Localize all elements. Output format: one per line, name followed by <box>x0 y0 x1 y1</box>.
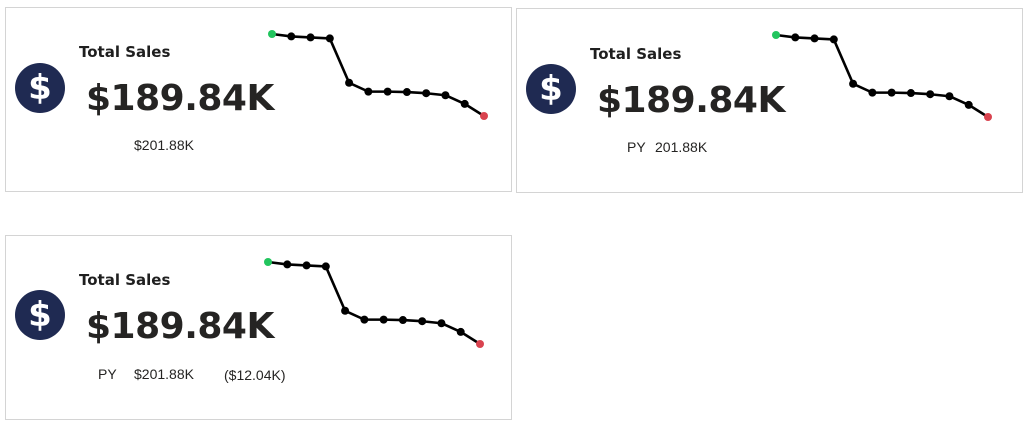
sales-value: $189.84K <box>86 78 274 119</box>
sparkline-point <box>398 316 407 325</box>
sparkline-point <box>306 33 315 42</box>
sparkline-point <box>325 34 334 43</box>
sparkline-point <box>887 88 896 97</box>
sparkline-first-point <box>264 258 272 266</box>
py-label: PY <box>98 366 117 382</box>
card-title: Total Sales <box>590 45 682 63</box>
sparkline-point <box>868 88 877 97</box>
sparkline-line <box>775 33 989 119</box>
sparkline-point <box>945 92 954 101</box>
sparkline-point <box>360 315 369 324</box>
sparkline-point <box>422 89 431 98</box>
sparkline-point <box>791 33 800 42</box>
sparkline-last-point <box>984 113 992 121</box>
card-title: Total Sales <box>79 43 171 61</box>
sparkline-chart <box>268 30 488 120</box>
sparkline-point <box>906 89 915 98</box>
sparkline-point <box>441 91 450 100</box>
sparkline-last-point <box>476 340 484 348</box>
sales-value: $189.84K <box>86 306 274 347</box>
sparkline-point <box>345 78 354 87</box>
sparkline-line <box>267 260 481 346</box>
sparkline-point <box>321 262 330 271</box>
sparkline-point <box>456 327 465 336</box>
dollar-icon: $ <box>15 63 65 113</box>
sales-value: $189.84K <box>597 80 785 121</box>
kpi-card-2[interactable]: $ Total Sales $189.84K PY 201.88K <box>516 8 1023 193</box>
dollar-icon: $ <box>15 290 65 340</box>
sparkline-point <box>829 35 838 44</box>
sparkline-point <box>283 260 292 269</box>
sparkline-line <box>271 32 485 118</box>
py-value: $201.88K <box>134 366 194 382</box>
sparkline-point <box>849 79 858 88</box>
kpi-card-1[interactable]: $ Total Sales $189.84K $201.88K <box>5 7 512 192</box>
sparkline-point <box>437 319 446 328</box>
sparkline-point <box>379 315 388 324</box>
card-title: Total Sales <box>79 271 171 289</box>
sparkline-point <box>287 32 296 41</box>
sparkline-chart <box>772 31 992 121</box>
sparkline-first-point <box>268 30 276 38</box>
sparkline-point <box>964 100 973 109</box>
sparkline-first-point <box>772 31 780 39</box>
sparkline-point <box>810 34 819 43</box>
py-label: PY <box>627 139 646 155</box>
sparkline-point <box>926 90 935 99</box>
variance-value: ($12.04K) <box>224 367 286 383</box>
kpi-card-3[interactable]: $ Total Sales $189.84K PY $201.88K ($12.… <box>5 235 512 420</box>
sparkline-point <box>364 87 373 96</box>
sparkline-point <box>460 99 469 108</box>
sparkline-point <box>302 261 311 270</box>
sparkline-point <box>383 87 392 96</box>
sparkline-point <box>418 317 427 326</box>
sparkline-last-point <box>480 112 488 120</box>
dollar-icon: $ <box>526 64 576 114</box>
sparkline-chart <box>264 258 484 348</box>
sparkline-point <box>341 306 350 315</box>
py-value: $201.88K <box>134 137 194 153</box>
sparkline-point <box>402 88 411 97</box>
py-value: 201.88K <box>655 139 708 155</box>
